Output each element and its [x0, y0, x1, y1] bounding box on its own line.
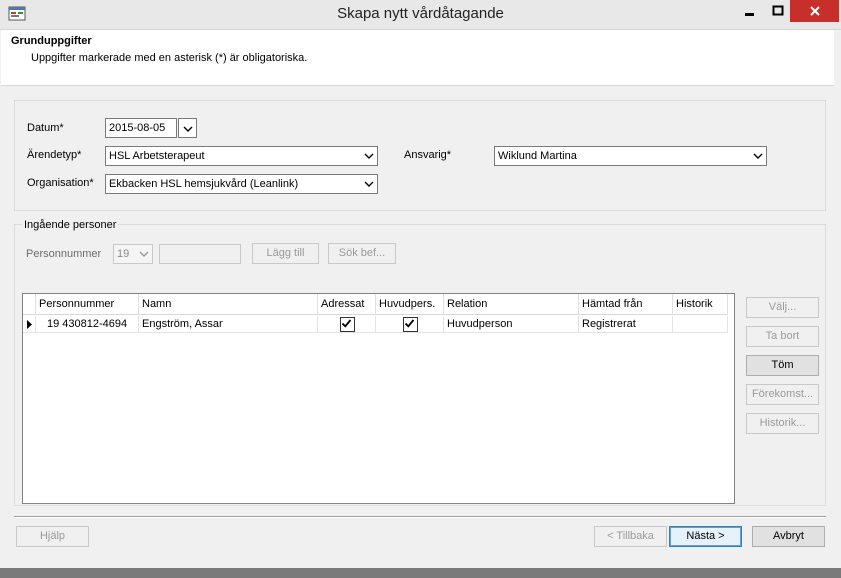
- personnummer-input[interactable]: [159, 244, 241, 264]
- personnummer-label: Personnummer: [26, 248, 102, 260]
- help-button[interactable]: Hjälp: [16, 526, 89, 547]
- datum-dropdown-button[interactable]: [178, 118, 197, 138]
- close-icon: [809, 6, 820, 16]
- clear-button[interactable]: Töm: [746, 355, 819, 376]
- close-button[interactable]: [790, 0, 839, 22]
- search-person-button[interactable]: Sök bef...: [328, 243, 396, 264]
- footer-separator: [14, 516, 826, 518]
- adressat-checkbox[interactable]: [340, 317, 355, 332]
- arendetyp-label: Ärendetyp*: [27, 149, 82, 161]
- century-value: 19: [117, 248, 130, 260]
- chevron-down-icon: [183, 126, 193, 132]
- row-pointer-icon: [27, 320, 32, 329]
- cell-namn[interactable]: Engström, Assar: [139, 316, 318, 333]
- cell-historik[interactable]: [673, 316, 728, 333]
- persons-group-label: Ingående personer: [22, 219, 119, 231]
- back-button[interactable]: < Tillbaka: [594, 526, 667, 547]
- century-select[interactable]: 19: [113, 244, 153, 264]
- remove-button[interactable]: Ta bort: [746, 326, 819, 347]
- column-header-hamtad-fran[interactable]: Hämtad från: [579, 294, 673, 315]
- occurrence-button[interactable]: Förekomst...: [746, 384, 819, 405]
- row-selector[interactable]: [23, 316, 36, 333]
- select-button[interactable]: Välj...: [746, 297, 819, 318]
- column-header-historik[interactable]: Historik: [673, 294, 728, 315]
- datum-label: Datum*: [27, 122, 64, 134]
- minimize-icon: [745, 13, 754, 16]
- checkmark-icon: [341, 319, 352, 328]
- huvudpers-checkbox[interactable]: [403, 317, 418, 332]
- chevron-down-icon: [364, 153, 374, 159]
- chevron-down-icon: [753, 153, 763, 159]
- cell-adressat[interactable]: [318, 316, 376, 333]
- cell-relation[interactable]: Huvudperson: [444, 316, 579, 333]
- cell-huvudpers[interactable]: [376, 316, 444, 333]
- section-heading: Grunduppgifter: [11, 35, 92, 47]
- organisation-label: Organisation*: [27, 177, 94, 189]
- maximize-icon: [772, 5, 784, 16]
- datum-value: 2015-08-05: [109, 122, 166, 134]
- column-header-personnummer[interactable]: Personnummer: [36, 294, 139, 315]
- cell-personnummer[interactable]: 19 430812-4694: [36, 316, 139, 333]
- chevron-down-icon: [139, 251, 149, 257]
- column-header-relation[interactable]: Relation: [444, 294, 579, 315]
- arendetyp-select[interactable]: HSL Arbetsterapeut: [105, 146, 378, 166]
- column-header-adressat[interactable]: Adressat: [318, 294, 376, 315]
- history-button[interactable]: Historik...: [746, 413, 819, 434]
- persons-grid[interactable]: Personnummer Namn Adressat Huvudpers. Re…: [22, 293, 735, 504]
- ansvarig-value: Wiklund Martina: [498, 150, 577, 162]
- column-header-namn[interactable]: Namn: [139, 294, 318, 315]
- cancel-button[interactable]: Avbryt: [752, 526, 825, 547]
- datum-input[interactable]: 2015-08-05: [105, 118, 177, 138]
- next-button[interactable]: Nästa >: [669, 526, 742, 547]
- section-description: Uppgifter markerade med en asterisk (*) …: [31, 52, 308, 64]
- minimize-button[interactable]: [736, 0, 764, 22]
- organisation-select[interactable]: Ekbacken HSL hemsjukvård (Leanlink): [105, 174, 378, 194]
- add-person-button[interactable]: Lägg till: [252, 243, 319, 264]
- column-header-huvudpers[interactable]: Huvudpers.: [376, 294, 444, 315]
- checkmark-icon: [404, 319, 415, 328]
- cell-hamtad-fran[interactable]: Registrerat: [579, 316, 673, 333]
- window-bottom-edge: [0, 568, 841, 578]
- ansvarig-label: Ansvarig*: [404, 149, 452, 161]
- chevron-down-icon: [364, 181, 374, 187]
- ansvarig-select[interactable]: Wiklund Martina: [494, 146, 767, 166]
- grid-row-header-corner: [23, 294, 36, 315]
- organisation-value: Ekbacken HSL hemsjukvård (Leanlink): [109, 178, 299, 190]
- arendetyp-value: HSL Arbetsterapeut: [109, 150, 205, 162]
- maximize-button[interactable]: [764, 0, 792, 22]
- window-title: Skapa nytt vårdåtagande: [337, 5, 504, 22]
